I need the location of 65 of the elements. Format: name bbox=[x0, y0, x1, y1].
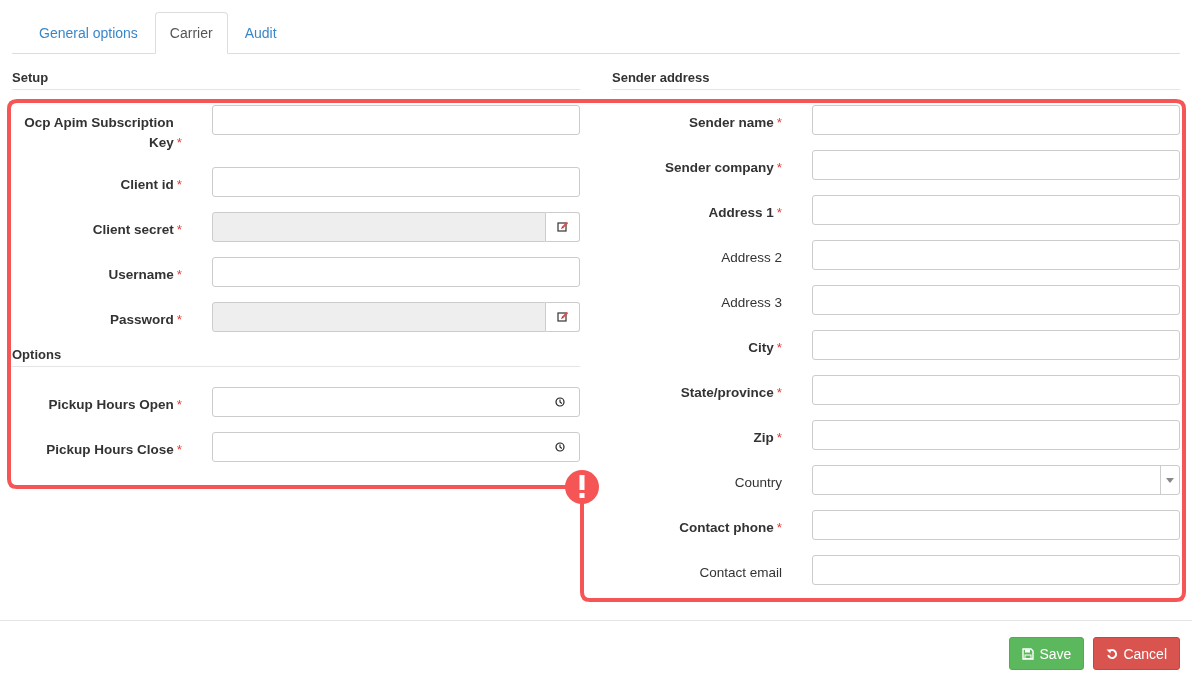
field-label: City bbox=[748, 339, 774, 357]
input-field[interactable] bbox=[812, 240, 1180, 270]
input-field[interactable] bbox=[812, 420, 1180, 450]
section-heading: Options bbox=[12, 347, 580, 367]
cancel-button[interactable]: Cancel bbox=[1093, 637, 1180, 670]
required-mark: * bbox=[176, 441, 182, 459]
field-label: Contact email bbox=[699, 564, 782, 582]
field-label: Ocp Apim Subscription Key bbox=[23, 114, 174, 152]
country-dropdown[interactable] bbox=[812, 465, 1180, 495]
field-label: Address 1 bbox=[708, 204, 774, 222]
required-mark: * bbox=[776, 159, 782, 177]
alert-icon bbox=[565, 470, 599, 504]
input-field[interactable] bbox=[212, 257, 580, 287]
required-mark: * bbox=[176, 396, 182, 414]
tab[interactable]: Audit bbox=[229, 12, 292, 54]
required-mark: * bbox=[776, 339, 782, 357]
required-mark: * bbox=[176, 221, 182, 239]
section-heading: Sender address bbox=[612, 70, 1180, 90]
field-label: Password bbox=[109, 311, 174, 329]
tab[interactable]: Carrier bbox=[154, 12, 228, 54]
field-label: Pickup Hours Close bbox=[46, 441, 174, 459]
section-heading: Setup bbox=[12, 70, 580, 90]
input-field[interactable] bbox=[212, 167, 580, 197]
required-mark: * bbox=[176, 266, 182, 284]
input-field[interactable] bbox=[812, 375, 1180, 405]
input-field[interactable] bbox=[812, 195, 1180, 225]
field-label: Address 2 bbox=[721, 249, 782, 267]
input-field[interactable] bbox=[212, 105, 580, 135]
required-mark: * bbox=[176, 311, 182, 329]
undo-icon bbox=[1106, 647, 1119, 660]
required-mark: * bbox=[776, 384, 782, 402]
input-field[interactable] bbox=[812, 105, 1180, 135]
edit-button[interactable] bbox=[546, 302, 580, 332]
required-mark: * bbox=[776, 429, 782, 447]
field-label: Pickup Hours Open bbox=[48, 396, 174, 414]
field-label: Contact phone bbox=[679, 519, 774, 537]
field-label: Sender company bbox=[664, 159, 774, 177]
input-field[interactable] bbox=[812, 285, 1180, 315]
field-label: Zip bbox=[753, 429, 774, 447]
save-button[interactable]: Save bbox=[1009, 637, 1085, 670]
edit-icon bbox=[556, 221, 569, 233]
required-mark: * bbox=[776, 114, 782, 132]
required-mark: * bbox=[176, 134, 182, 152]
time-field[interactable] bbox=[212, 387, 580, 417]
input-field[interactable] bbox=[812, 150, 1180, 180]
field-label: Address 3 bbox=[721, 294, 782, 312]
tab[interactable]: General options bbox=[24, 12, 153, 54]
field-label: Username bbox=[108, 266, 174, 284]
field-label: State/province bbox=[680, 384, 774, 402]
time-field[interactable] bbox=[212, 432, 580, 462]
input-field[interactable] bbox=[812, 330, 1180, 360]
clock-icon bbox=[555, 397, 565, 407]
field-label: Sender name bbox=[688, 114, 774, 132]
input-field[interactable] bbox=[812, 555, 1180, 585]
caret-icon bbox=[1166, 477, 1174, 483]
required-mark: * bbox=[176, 176, 182, 194]
field-label: Client id bbox=[120, 176, 174, 194]
clock-icon bbox=[555, 442, 565, 452]
field-label: Country bbox=[734, 474, 782, 492]
required-mark: * bbox=[776, 519, 782, 537]
required-mark: * bbox=[776, 204, 782, 222]
edit-icon bbox=[556, 311, 569, 323]
edit-button[interactable] bbox=[546, 212, 580, 242]
input-field[interactable] bbox=[812, 510, 1180, 540]
field-label: Client secret bbox=[92, 221, 174, 239]
